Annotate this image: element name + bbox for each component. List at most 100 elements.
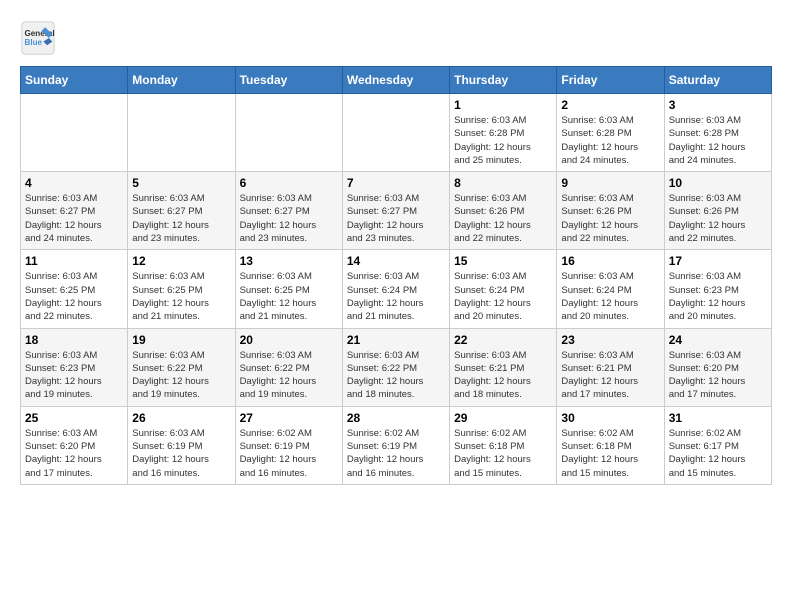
day-info: Sunrise: 6:03 AM Sunset: 6:25 PM Dayligh… bbox=[240, 270, 338, 323]
day-info: Sunrise: 6:03 AM Sunset: 6:21 PM Dayligh… bbox=[454, 349, 552, 402]
day-info: Sunrise: 6:03 AM Sunset: 6:26 PM Dayligh… bbox=[454, 192, 552, 245]
calendar-week-3: 11 Sunrise: 6:03 AM Sunset: 6:25 PM Dayli… bbox=[21, 250, 772, 328]
calendar-cell: 9 Sunrise: 6:03 AM Sunset: 6:26 PM Daylig… bbox=[557, 172, 664, 250]
calendar-cell: 1 Sunrise: 6:03 AM Sunset: 6:28 PM Daylig… bbox=[450, 94, 557, 172]
weekday-header-friday: Friday bbox=[557, 67, 664, 94]
calendar-cell: 17 Sunrise: 6:03 AM Sunset: 6:23 PM Dayli… bbox=[664, 250, 771, 328]
calendar-cell: 28Sunrise: 6:02 AM Sunset: 6:19 PM Dayli… bbox=[342, 406, 449, 484]
day-number: 30 bbox=[561, 411, 659, 425]
weekday-header-row: SundayMondayTuesdayWednesdayThursdayFrid… bbox=[21, 67, 772, 94]
day-number: 21 bbox=[347, 333, 445, 347]
calendar-header: SundayMondayTuesdayWednesdayThursdayFrid… bbox=[21, 67, 772, 94]
calendar-cell: 18Sunrise: 6:03 AM Sunset: 6:23 PM Dayli… bbox=[21, 328, 128, 406]
calendar-week-1: 1 Sunrise: 6:03 AM Sunset: 6:28 PM Daylig… bbox=[21, 94, 772, 172]
logo-icon: General Blue bbox=[20, 20, 56, 56]
calendar-cell: 16 Sunrise: 6:03 AM Sunset: 6:24 PM Dayli… bbox=[557, 250, 664, 328]
day-info: Sunrise: 6:03 AM Sunset: 6:22 PM Dayligh… bbox=[132, 349, 230, 402]
day-number: 2 bbox=[561, 98, 659, 112]
calendar-week-4: 18Sunrise: 6:03 AM Sunset: 6:23 PM Dayli… bbox=[21, 328, 772, 406]
day-number: 23 bbox=[561, 333, 659, 347]
calendar-week-2: 4 Sunrise: 6:03 AM Sunset: 6:27 PM Daylig… bbox=[21, 172, 772, 250]
calendar-cell: 26 Sunrise: 6:03 AM Sunset: 6:19 PM Dayli… bbox=[128, 406, 235, 484]
day-number: 26 bbox=[132, 411, 230, 425]
day-info: Sunrise: 6:03 AM Sunset: 6:25 PM Dayligh… bbox=[25, 270, 123, 323]
day-number: 13 bbox=[240, 254, 338, 268]
day-info: Sunrise: 6:03 AM Sunset: 6:19 PM Dayligh… bbox=[132, 427, 230, 480]
day-info: Sunrise: 6:03 AM Sunset: 6:27 PM Dayligh… bbox=[240, 192, 338, 245]
calendar-cell: 20Sunrise: 6:03 AM Sunset: 6:22 PM Dayli… bbox=[235, 328, 342, 406]
day-number: 9 bbox=[561, 176, 659, 190]
day-info: Sunrise: 6:03 AM Sunset: 6:23 PM Dayligh… bbox=[669, 270, 767, 323]
day-info: Sunrise: 6:03 AM Sunset: 6:28 PM Dayligh… bbox=[454, 114, 552, 167]
day-info: Sunrise: 6:03 AM Sunset: 6:26 PM Dayligh… bbox=[561, 192, 659, 245]
calendar-cell: 7Sunrise: 6:03 AM Sunset: 6:27 PM Daylig… bbox=[342, 172, 449, 250]
calendar-cell bbox=[342, 94, 449, 172]
day-info: Sunrise: 6:03 AM Sunset: 6:22 PM Dayligh… bbox=[347, 349, 445, 402]
day-number: 1 bbox=[454, 98, 552, 112]
calendar-table: SundayMondayTuesdayWednesdayThursdayFrid… bbox=[20, 66, 772, 485]
calendar-cell: 5 Sunrise: 6:03 AM Sunset: 6:27 PM Daylig… bbox=[128, 172, 235, 250]
day-number: 4 bbox=[25, 176, 123, 190]
day-number: 16 bbox=[561, 254, 659, 268]
day-info: Sunrise: 6:03 AM Sunset: 6:20 PM Dayligh… bbox=[669, 349, 767, 402]
day-number: 24 bbox=[669, 333, 767, 347]
day-number: 17 bbox=[669, 254, 767, 268]
day-number: 14 bbox=[347, 254, 445, 268]
day-number: 5 bbox=[132, 176, 230, 190]
day-number: 10 bbox=[669, 176, 767, 190]
calendar-cell: 3Sunrise: 6:03 AM Sunset: 6:28 PM Daylig… bbox=[664, 94, 771, 172]
day-info: Sunrise: 6:03 AM Sunset: 6:21 PM Dayligh… bbox=[561, 349, 659, 402]
day-info: Sunrise: 6:02 AM Sunset: 6:19 PM Dayligh… bbox=[240, 427, 338, 480]
day-number: 31 bbox=[669, 411, 767, 425]
day-number: 8 bbox=[454, 176, 552, 190]
calendar-cell: 4Sunrise: 6:03 AM Sunset: 6:27 PM Daylig… bbox=[21, 172, 128, 250]
weekday-header-sunday: Sunday bbox=[21, 67, 128, 94]
day-number: 19 bbox=[132, 333, 230, 347]
day-number: 29 bbox=[454, 411, 552, 425]
calendar-cell: 11 Sunrise: 6:03 AM Sunset: 6:25 PM Dayli… bbox=[21, 250, 128, 328]
calendar-cell: 24 Sunrise: 6:03 AM Sunset: 6:20 PM Dayli… bbox=[664, 328, 771, 406]
day-number: 11 bbox=[25, 254, 123, 268]
day-number: 28 bbox=[347, 411, 445, 425]
svg-text:Blue: Blue bbox=[25, 38, 43, 47]
calendar-cell: 22 Sunrise: 6:03 AM Sunset: 6:21 PM Dayli… bbox=[450, 328, 557, 406]
calendar-cell: 14 Sunrise: 6:03 AM Sunset: 6:24 PM Dayli… bbox=[342, 250, 449, 328]
calendar-cell: 27Sunrise: 6:02 AM Sunset: 6:19 PM Dayli… bbox=[235, 406, 342, 484]
calendar-cell: 19 Sunrise: 6:03 AM Sunset: 6:22 PM Dayli… bbox=[128, 328, 235, 406]
weekday-header-tuesday: Tuesday bbox=[235, 67, 342, 94]
day-info: Sunrise: 6:03 AM Sunset: 6:24 PM Dayligh… bbox=[347, 270, 445, 323]
day-number: 25 bbox=[25, 411, 123, 425]
day-info: Sunrise: 6:03 AM Sunset: 6:24 PM Dayligh… bbox=[561, 270, 659, 323]
weekday-header-wednesday: Wednesday bbox=[342, 67, 449, 94]
day-number: 20 bbox=[240, 333, 338, 347]
day-info: Sunrise: 6:03 AM Sunset: 6:20 PM Dayligh… bbox=[25, 427, 123, 480]
calendar-cell bbox=[235, 94, 342, 172]
day-info: Sunrise: 6:03 AM Sunset: 6:27 PM Dayligh… bbox=[132, 192, 230, 245]
calendar-cell: 10 Sunrise: 6:03 AM Sunset: 6:26 PM Dayli… bbox=[664, 172, 771, 250]
calendar-cell bbox=[128, 94, 235, 172]
day-number: 12 bbox=[132, 254, 230, 268]
calendar-body: 1 Sunrise: 6:03 AM Sunset: 6:28 PM Daylig… bbox=[21, 94, 772, 485]
calendar-cell: 30Sunrise: 6:02 AM Sunset: 6:18 PM Dayli… bbox=[557, 406, 664, 484]
day-info: Sunrise: 6:03 AM Sunset: 6:24 PM Dayligh… bbox=[454, 270, 552, 323]
day-number: 15 bbox=[454, 254, 552, 268]
calendar-cell: 15 Sunrise: 6:03 AM Sunset: 6:24 PM Dayli… bbox=[450, 250, 557, 328]
calendar-cell: 29Sunrise: 6:02 AM Sunset: 6:18 PM Dayli… bbox=[450, 406, 557, 484]
calendar-week-5: 25 Sunrise: 6:03 AM Sunset: 6:20 PM Dayli… bbox=[21, 406, 772, 484]
day-info: Sunrise: 6:03 AM Sunset: 6:23 PM Dayligh… bbox=[25, 349, 123, 402]
calendar-cell: 23 Sunrise: 6:03 AM Sunset: 6:21 PM Dayli… bbox=[557, 328, 664, 406]
weekday-header-monday: Monday bbox=[128, 67, 235, 94]
calendar-cell: 6Sunrise: 6:03 AM Sunset: 6:27 PM Daylig… bbox=[235, 172, 342, 250]
calendar-cell: 31 Sunrise: 6:02 AM Sunset: 6:17 PM Dayli… bbox=[664, 406, 771, 484]
calendar-cell: 8 Sunrise: 6:03 AM Sunset: 6:26 PM Daylig… bbox=[450, 172, 557, 250]
calendar-cell: 21 Sunrise: 6:03 AM Sunset: 6:22 PM Dayli… bbox=[342, 328, 449, 406]
calendar-cell: 12Sunrise: 6:03 AM Sunset: 6:25 PM Dayli… bbox=[128, 250, 235, 328]
day-info: Sunrise: 6:03 AM Sunset: 6:28 PM Dayligh… bbox=[561, 114, 659, 167]
day-number: 22 bbox=[454, 333, 552, 347]
calendar-cell: 2 Sunrise: 6:03 AM Sunset: 6:28 PM Daylig… bbox=[557, 94, 664, 172]
weekday-header-thursday: Thursday bbox=[450, 67, 557, 94]
day-info: Sunrise: 6:03 AM Sunset: 6:26 PM Dayligh… bbox=[669, 192, 767, 245]
day-info: Sunrise: 6:03 AM Sunset: 6:28 PM Dayligh… bbox=[669, 114, 767, 167]
day-info: Sunrise: 6:02 AM Sunset: 6:17 PM Dayligh… bbox=[669, 427, 767, 480]
calendar-cell: 13 Sunrise: 6:03 AM Sunset: 6:25 PM Dayli… bbox=[235, 250, 342, 328]
